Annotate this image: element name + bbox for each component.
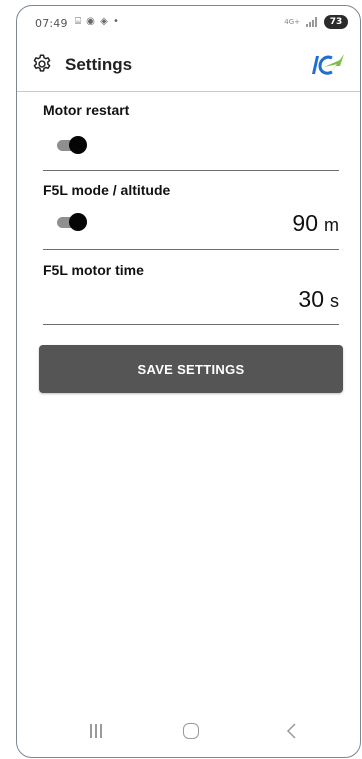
system-nav-bar: [17, 711, 360, 757]
page-title: Settings: [65, 55, 133, 74]
f5l-mode-section: F5L mode / altitude: [43, 182, 339, 198]
motor-time-value-row: 30 s: [298, 286, 339, 313]
app-bar: Settings: [17, 40, 360, 92]
motor-restart-toggle[interactable]: [55, 136, 89, 154]
altitude-value-row: 90 m: [292, 210, 339, 237]
motor-time-field[interactable]: 30 s: [43, 286, 339, 318]
f5l-motor-time-label: F5L motor time: [43, 262, 144, 278]
status-right-group: 4G+ 73: [284, 15, 348, 29]
phone-frame: 07:49 ⌸ ◉ ◈ • 4G+ 73 Settings Motor rest…: [16, 5, 361, 758]
gear-icon: [33, 54, 51, 72]
motor-time-unit: s: [330, 291, 339, 311]
back-icon[interactable]: [285, 722, 299, 740]
battery-icon: 73: [324, 15, 348, 29]
divider: [43, 249, 339, 250]
altitude-field[interactable]: 90 m: [43, 210, 339, 240]
save-settings-button[interactable]: SAVE SETTINGS: [39, 345, 343, 393]
ic-logo-icon: [312, 54, 344, 75]
toggle-thumb: [69, 136, 87, 154]
altitude-unit: m: [324, 215, 339, 235]
home-icon[interactable]: [183, 723, 199, 739]
network-type-label: 4G+: [284, 17, 300, 26]
signal-icon: [306, 17, 318, 27]
motor-restart-section: Motor restart: [43, 102, 339, 118]
recent-apps-icon[interactable]: [89, 724, 103, 738]
divider: [43, 324, 339, 325]
notification-icons: ⌸ ◉ ◈ •: [75, 16, 120, 27]
altitude-value: 90: [292, 210, 318, 236]
divider: [43, 170, 339, 171]
f5l-motor-time-section: F5L motor time: [43, 262, 339, 278]
status-time: 07:49: [35, 17, 68, 30]
motor-restart-label: Motor restart: [43, 102, 130, 118]
motor-time-value: 30: [298, 286, 324, 312]
status-bar: 07:49 ⌸ ◉ ◈ • 4G+ 73: [17, 6, 360, 40]
f5l-mode-label: F5L mode / altitude: [43, 182, 171, 198]
